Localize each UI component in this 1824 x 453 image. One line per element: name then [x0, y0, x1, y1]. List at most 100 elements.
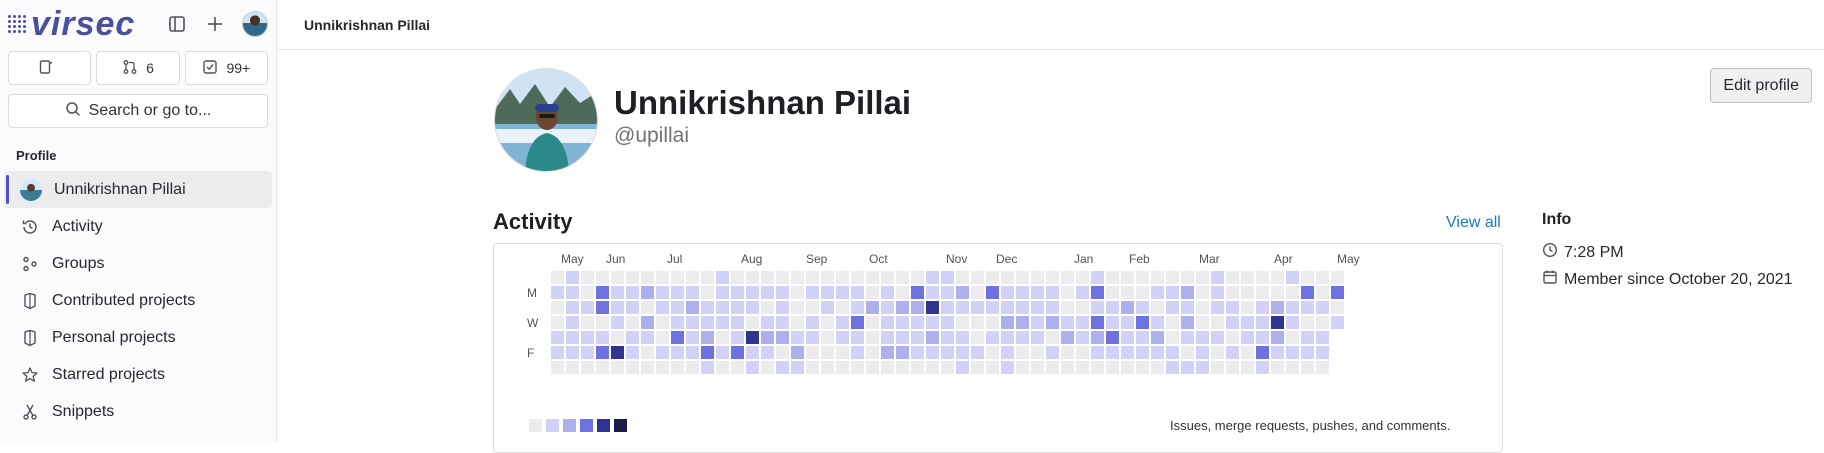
calendar-day-cell[interactable] — [941, 301, 954, 314]
calendar-day-cell[interactable] — [836, 301, 849, 314]
calendar-day-cell[interactable] — [1016, 301, 1029, 314]
calendar-day-cell[interactable] — [956, 316, 969, 329]
calendar-day-cell[interactable] — [1301, 301, 1314, 314]
calendar-day-cell[interactable] — [686, 361, 699, 374]
calendar-day-cell[interactable] — [566, 346, 579, 359]
calendar-day-cell[interactable] — [1106, 301, 1119, 314]
calendar-day-cell[interactable] — [761, 361, 774, 374]
calendar-day-cell[interactable] — [1121, 286, 1134, 299]
calendar-day-cell[interactable] — [731, 316, 744, 329]
calendar-day-cell[interactable] — [1241, 316, 1254, 329]
calendar-day-cell[interactable] — [731, 346, 744, 359]
calendar-day-cell[interactable] — [1031, 271, 1044, 284]
calendar-day-cell[interactable] — [761, 316, 774, 329]
calendar-day-cell[interactable] — [1211, 361, 1224, 374]
calendar-day-cell[interactable] — [671, 361, 684, 374]
calendar-day-cell[interactable] — [746, 331, 759, 344]
calendar-day-cell[interactable] — [1241, 286, 1254, 299]
calendar-day-cell[interactable] — [1136, 301, 1149, 314]
calendar-day-cell[interactable] — [791, 286, 804, 299]
calendar-day-cell[interactable] — [731, 331, 744, 344]
calendar-day-cell[interactable] — [1106, 331, 1119, 344]
sidebar-item-contributed-projects[interactable]: Contributed projects — [4, 282, 272, 319]
calendar-day-cell[interactable] — [1031, 361, 1044, 374]
calendar-day-cell[interactable] — [581, 301, 594, 314]
calendar-day-cell[interactable] — [851, 331, 864, 344]
calendar-day-cell[interactable] — [731, 286, 744, 299]
calendar-day-cell[interactable] — [956, 271, 969, 284]
calendar-day-cell[interactable] — [776, 301, 789, 314]
calendar-day-cell[interactable] — [701, 286, 714, 299]
calendar-day-cell[interactable] — [1016, 286, 1029, 299]
calendar-day-cell[interactable] — [1001, 316, 1014, 329]
search-button[interactable]: Search or go to... — [8, 94, 268, 128]
calendar-day-cell[interactable] — [1301, 271, 1314, 284]
calendar-day-cell[interactable] — [701, 331, 714, 344]
calendar-day-cell[interactable] — [851, 316, 864, 329]
calendar-day-cell[interactable] — [671, 301, 684, 314]
calendar-day-cell[interactable] — [806, 271, 819, 284]
calendar-day-cell[interactable] — [1286, 316, 1299, 329]
calendar-day-cell[interactable] — [1076, 331, 1089, 344]
calendar-day-cell[interactable] — [671, 346, 684, 359]
calendar-day-cell[interactable] — [641, 286, 654, 299]
calendar-day-cell[interactable] — [866, 346, 879, 359]
calendar-day-cell[interactable] — [806, 346, 819, 359]
calendar-day-cell[interactable] — [1331, 316, 1344, 329]
calendar-day-cell[interactable] — [851, 271, 864, 284]
calendar-day-cell[interactable] — [926, 301, 939, 314]
calendar-day-cell[interactable] — [551, 271, 564, 284]
calendar-day-cell[interactable] — [761, 346, 774, 359]
calendar-day-cell[interactable] — [1151, 271, 1164, 284]
calendar-day-cell[interactable] — [1166, 316, 1179, 329]
calendar-day-cell[interactable] — [716, 316, 729, 329]
calendar-day-cell[interactable] — [686, 346, 699, 359]
calendar-day-cell[interactable] — [926, 331, 939, 344]
calendar-day-cell[interactable] — [1046, 316, 1059, 329]
calendar-day-cell[interactable] — [1091, 316, 1104, 329]
calendar-day-cell[interactable] — [1256, 316, 1269, 329]
calendar-day-cell[interactable] — [1166, 361, 1179, 374]
calendar-day-cell[interactable] — [686, 271, 699, 284]
calendar-day-cell[interactable] — [1331, 301, 1344, 314]
calendar-day-cell[interactable] — [761, 286, 774, 299]
calendar-day-cell[interactable] — [1241, 301, 1254, 314]
calendar-day-cell[interactable] — [1256, 286, 1269, 299]
calendar-day-cell[interactable] — [551, 361, 564, 374]
calendar-day-cell[interactable] — [1121, 331, 1134, 344]
calendar-day-cell[interactable] — [776, 331, 789, 344]
calendar-day-cell[interactable] — [866, 286, 879, 299]
calendar-day-cell[interactable] — [911, 361, 924, 374]
calendar-day-cell[interactable] — [1121, 301, 1134, 314]
calendar-day-cell[interactable] — [1031, 301, 1044, 314]
calendar-day-cell[interactable] — [1211, 346, 1224, 359]
calendar-day-cell[interactable] — [911, 286, 924, 299]
calendar-day-cell[interactable] — [1076, 271, 1089, 284]
calendar-day-cell[interactable] — [956, 301, 969, 314]
calendar-day-cell[interactable] — [746, 361, 759, 374]
calendar-day-cell[interactable] — [986, 361, 999, 374]
calendar-day-cell[interactable] — [956, 286, 969, 299]
calendar-day-cell[interactable] — [1241, 271, 1254, 284]
calendar-day-cell[interactable] — [836, 361, 849, 374]
calendar-day-cell[interactable] — [1256, 301, 1269, 314]
calendar-day-cell[interactable] — [566, 301, 579, 314]
calendar-day-cell[interactable] — [1001, 271, 1014, 284]
calendar-day-cell[interactable] — [1016, 331, 1029, 344]
calendar-day-cell[interactable] — [1241, 331, 1254, 344]
calendar-day-cell[interactable] — [551, 316, 564, 329]
calendar-day-cell[interactable] — [1001, 361, 1014, 374]
calendar-day-cell[interactable] — [1331, 286, 1344, 299]
sidebar-toggle-icon[interactable] — [166, 13, 188, 35]
todos-counter[interactable]: 99+ — [184, 51, 268, 85]
calendar-day-cell[interactable] — [1091, 301, 1104, 314]
calendar-day-cell[interactable] — [1016, 361, 1029, 374]
calendar-day-cell[interactable] — [971, 361, 984, 374]
sidebar-item-activity[interactable]: Activity — [4, 208, 272, 245]
calendar-day-cell[interactable] — [836, 331, 849, 344]
calendar-day-cell[interactable] — [1001, 301, 1014, 314]
calendar-day-cell[interactable] — [1136, 346, 1149, 359]
calendar-day-cell[interactable] — [941, 316, 954, 329]
calendar-day-cell[interactable] — [1136, 271, 1149, 284]
calendar-day-cell[interactable] — [566, 331, 579, 344]
